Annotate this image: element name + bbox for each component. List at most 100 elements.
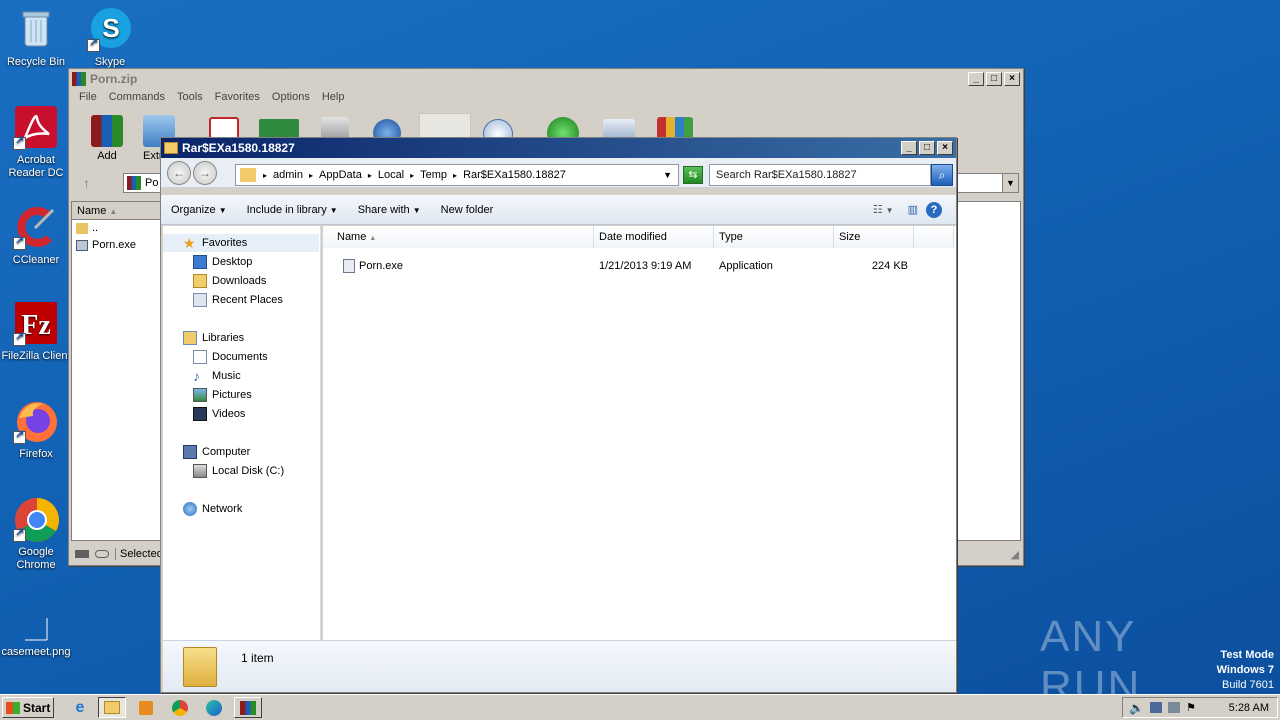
address-dropdown-icon[interactable]: ▼: [660, 170, 678, 180]
file-list[interactable]: Name ▲ Date modified Type Size Porn.exe …: [323, 226, 956, 640]
minimize-button[interactable]: _: [968, 72, 984, 86]
navigation-pane[interactable]: ★ Favorites Desktop Downloads Recent Pla…: [163, 226, 321, 640]
nav-label: Libraries: [202, 332, 245, 344]
nav-downloads[interactable]: Downloads: [193, 274, 266, 288]
taskbar-explorer-icon[interactable]: [98, 697, 126, 718]
file-date: 1/21/2013 9:19 AM: [599, 260, 692, 272]
nav-favorites[interactable]: ★ Favorites: [183, 236, 247, 250]
start-button[interactable]: Start: [2, 697, 54, 718]
menu-help[interactable]: Help: [316, 91, 351, 103]
refresh-button[interactable]: ⇆: [683, 166, 703, 184]
winrar-column-name[interactable]: Name ▲: [72, 202, 162, 220]
desktop-icon-firefox[interactable]: Firefox: [0, 398, 72, 461]
breadcrumb-local[interactable]: Local: [375, 169, 407, 181]
resize-grip-icon[interactable]: ◢: [1011, 548, 1019, 561]
nav-recent-places[interactable]: Recent Places: [193, 293, 283, 307]
nav-local-disk[interactable]: Local Disk (C:): [193, 464, 284, 478]
organize-button[interactable]: Organize ▼: [161, 204, 237, 216]
minimize-button[interactable]: _: [901, 141, 917, 155]
breadcrumb-current[interactable]: Rar$EXa1580.18827: [460, 169, 569, 181]
column-type[interactable]: Type: [714, 226, 834, 248]
add-button[interactable]: Add: [89, 115, 125, 162]
taskbar-edge-icon[interactable]: [200, 697, 228, 718]
taskbar-winrar-icon[interactable]: [234, 697, 262, 718]
desktop-icon-ccleaner[interactable]: CCleaner: [0, 204, 72, 267]
desktop-icon-casemeet[interactable]: casemeet.png: [0, 616, 72, 659]
status-text: Selected: [115, 548, 163, 560]
network-tray-icon[interactable]: [1149, 702, 1162, 713]
menu-commands[interactable]: Commands: [103, 91, 171, 103]
desktop-icon-chrome[interactable]: Google Chrome: [0, 496, 72, 572]
address-bar[interactable]: ▸ admin ▸ AppData ▸ Local ▸ Temp ▸ Rar$E…: [235, 164, 679, 186]
explorer-title: Rar$EXa1580.18827: [182, 141, 295, 155]
column-name[interactable]: Name ▲: [323, 226, 594, 248]
winrar-titlebar[interactable]: Porn.zip _ □ ×: [69, 69, 1023, 89]
column-date-modified[interactable]: Date modified: [594, 226, 714, 248]
desktop-icon-label: Firefox: [19, 448, 53, 460]
search-button[interactable]: ⌕: [931, 164, 953, 186]
preview-pane-button[interactable]: ▥: [900, 203, 926, 216]
nav-libraries[interactable]: Libraries: [183, 331, 244, 345]
breadcrumb-separator-icon[interactable]: ▸: [407, 171, 417, 180]
maximize-button[interactable]: □: [986, 72, 1002, 86]
desktop-icon-filezilla[interactable]: Fz FileZilla Client: [0, 300, 72, 363]
file-type: Application: [719, 260, 773, 272]
breadcrumb-separator-icon[interactable]: ▸: [365, 171, 375, 180]
nav-pictures[interactable]: Pictures: [193, 388, 252, 402]
nav-network[interactable]: Network: [183, 502, 242, 516]
column-label: Size: [839, 231, 861, 243]
explorer-window[interactable]: Rar$EXa1580.18827 _ □ × ← → ▸ admin ▸ Ap…: [160, 137, 957, 693]
recent-places-icon: [193, 293, 207, 307]
share-with-button[interactable]: Share with ▼: [348, 204, 431, 216]
include-in-library-button[interactable]: Include in library ▼: [237, 204, 348, 216]
command-bar: Organize ▼ Include in library ▼ Share wi…: [161, 195, 956, 225]
breadcrumb-appdata[interactable]: AppData: [316, 169, 365, 181]
clock[interactable]: 5:28 AM: [1229, 702, 1269, 714]
ccleaner-icon: [13, 204, 59, 250]
menu-file[interactable]: File: [73, 91, 103, 103]
view-options-button[interactable]: ☷ ▼: [867, 203, 900, 216]
desktop-icon-acrobat[interactable]: Acrobat Reader DC: [0, 104, 72, 180]
close-button[interactable]: ×: [937, 141, 953, 155]
nav-music[interactable]: ♪ Music: [193, 369, 241, 383]
taskbar-chrome-icon[interactable]: [166, 697, 194, 718]
nav-documents[interactable]: Documents: [193, 350, 268, 364]
close-button[interactable]: ×: [1004, 72, 1020, 86]
taskbar-ie-icon[interactable]: e: [66, 697, 94, 718]
breadcrumb-temp[interactable]: Temp: [417, 169, 450, 181]
volume-icon[interactable]: 🔈: [1129, 701, 1144, 715]
path-dropdown-button[interactable]: ▼: [1002, 174, 1018, 192]
desktop-icon-recycle-bin[interactable]: Recycle Bin: [0, 6, 72, 69]
taskbar-media-player-icon[interactable]: [132, 697, 160, 718]
path-text: Po: [145, 177, 159, 189]
file-row[interactable]: Porn.exe 1/21/2013 9:19 AM Application 2…: [323, 256, 956, 276]
filezilla-icon: Fz: [13, 300, 59, 346]
nav-label: Network: [202, 503, 243, 515]
desktop-icon-skype[interactable]: S Skype: [74, 6, 146, 69]
back-button[interactable]: ←: [167, 160, 191, 185]
chrome-icon: [13, 496, 59, 542]
nav-computer[interactable]: Computer: [183, 445, 250, 459]
up-arrow-icon[interactable]: ↑: [83, 175, 90, 191]
menu-favorites[interactable]: Favorites: [209, 91, 266, 103]
explorer-titlebar[interactable]: Rar$EXa1580.18827 _ □ ×: [161, 138, 956, 158]
flag-icon[interactable]: ⚑: [1186, 701, 1196, 714]
maximize-button[interactable]: □: [919, 141, 935, 155]
menu-tools[interactable]: Tools: [171, 91, 209, 103]
security-tray-icon[interactable]: [1167, 702, 1180, 713]
nav-videos[interactable]: Videos: [193, 407, 245, 421]
forward-button[interactable]: →: [193, 160, 217, 185]
breadcrumb-separator-icon[interactable]: ▸: [306, 171, 316, 180]
column-label: Type: [719, 231, 743, 243]
new-folder-button[interactable]: New folder: [431, 204, 504, 216]
menu-options[interactable]: Options: [266, 91, 316, 103]
test-mode-line1: Test Mode: [1220, 649, 1274, 661]
breadcrumb-admin[interactable]: admin: [270, 169, 306, 181]
breadcrumb-separator-icon[interactable]: ▸: [450, 171, 460, 180]
column-size[interactable]: Size: [834, 226, 914, 248]
search-input[interactable]: Search Rar$EXa1580.18827: [709, 164, 931, 186]
breadcrumb-separator-icon[interactable]: ▸: [260, 171, 270, 180]
help-button[interactable]: ?: [926, 201, 942, 218]
computer-icon: [183, 445, 197, 459]
nav-desktop[interactable]: Desktop: [193, 255, 252, 269]
